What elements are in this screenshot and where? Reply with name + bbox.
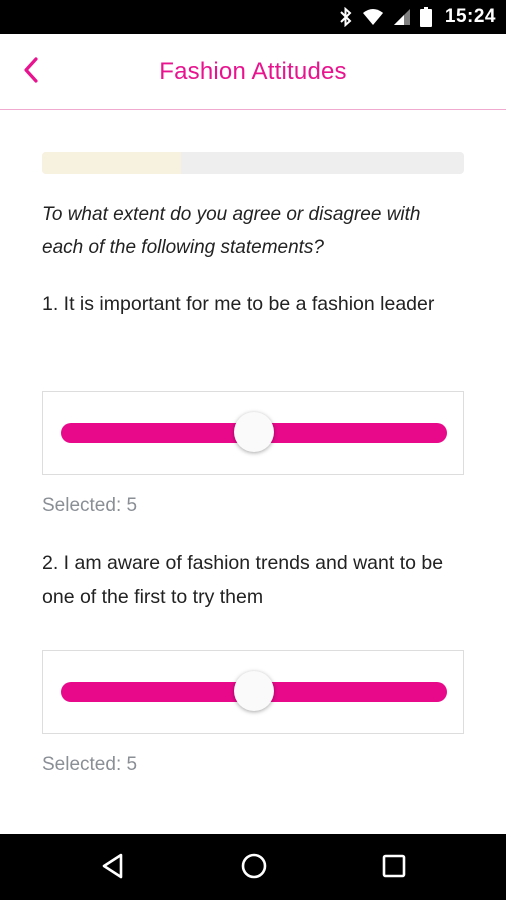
question-2-slider-thumb[interactable] <box>234 671 274 711</box>
question-2-text: 2. I am aware of fashion trends and want… <box>42 552 444 608</box>
progress-bar <box>42 152 464 174</box>
nav-recents-button[interactable] <box>377 851 411 885</box>
nav-back-button[interactable] <box>96 851 130 885</box>
status-icons: 15:24 <box>339 0 496 34</box>
bluetooth-icon <box>339 7 353 27</box>
signal-icon <box>393 8 411 26</box>
survey-instructions: To what extent do you agree or disagree … <box>42 204 421 258</box>
question-1-slider-card <box>42 391 464 475</box>
home-circle-icon <box>240 852 268 885</box>
status-bar: 15:24 <box>0 0 506 34</box>
question-1-slider-thumb[interactable] <box>234 412 274 452</box>
battery-icon <box>419 7 432 27</box>
back-triangle-icon <box>100 852 126 885</box>
progress-fill <box>42 152 182 174</box>
question-1-text: 1. It is important for me to be a fashio… <box>42 293 435 315</box>
status-time: 15:24 <box>444 6 496 27</box>
question-2-selected: Selected: 5 <box>42 754 138 775</box>
chevron-left-icon <box>21 56 41 89</box>
question-1-selected: Selected: 5 <box>42 495 138 516</box>
app-bar: Fashion Attitudes <box>0 34 506 110</box>
question-2-slider-card <box>42 650 464 734</box>
wifi-icon <box>362 8 384 26</box>
nav-bar <box>0 834 506 900</box>
recents-square-icon <box>381 853 407 884</box>
page-title: Fashion Attitudes <box>159 57 347 85</box>
nav-home-button[interactable] <box>237 851 271 885</box>
back-button[interactable] <box>14 52 48 92</box>
